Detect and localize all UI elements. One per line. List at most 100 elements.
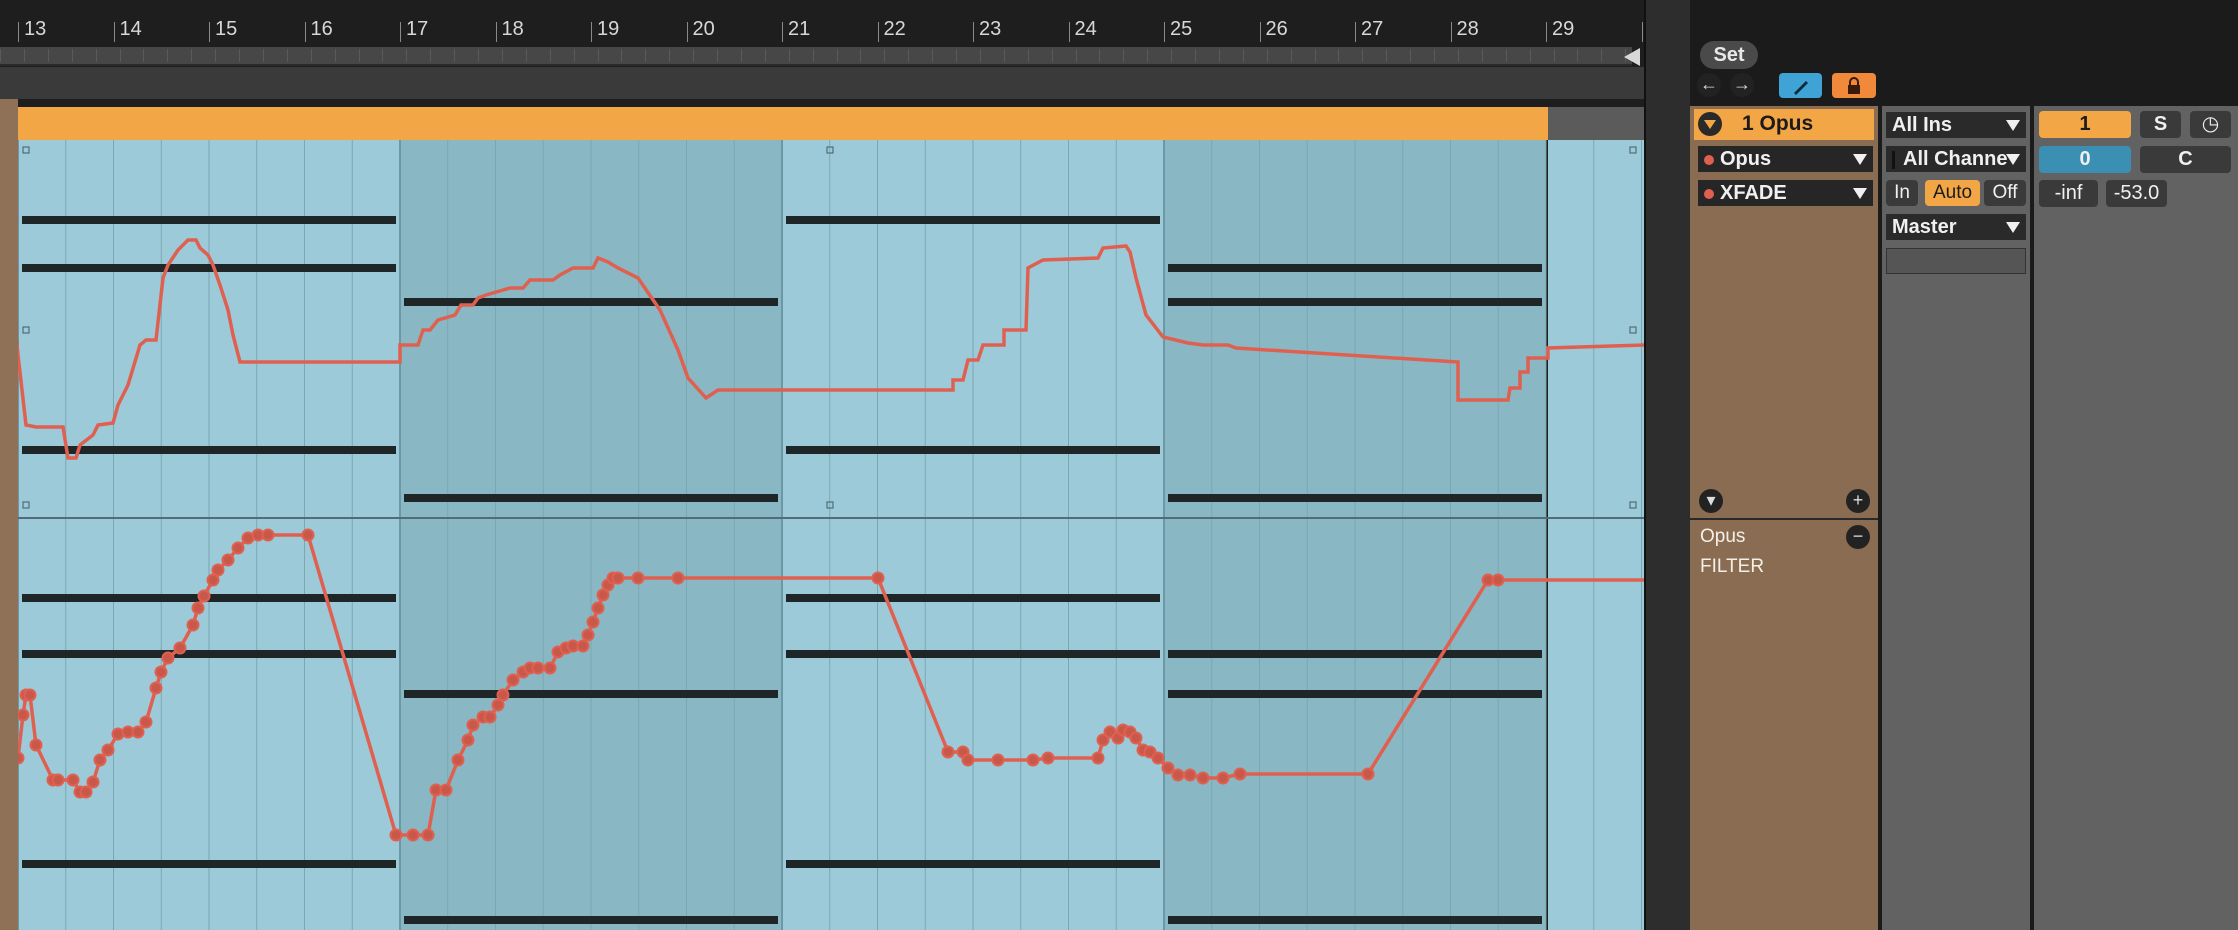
set-button[interactable]: Set: [1700, 41, 1758, 69]
monitor-off-button[interactable]: Off: [1984, 180, 2026, 206]
automation-breakpoint: [961, 753, 975, 767]
lane-divider: [1690, 518, 1878, 520]
automation-breakpoint: [139, 715, 153, 729]
volume-field[interactable]: 0: [2039, 146, 2131, 173]
overview-tick: [143, 49, 145, 62]
overview-tick: [549, 49, 551, 62]
minus-icon[interactable]: −: [1846, 525, 1870, 549]
note-bar: [1168, 690, 1542, 698]
loop-marker-icon[interactable]: [1624, 48, 1640, 66]
overview-tick: [1410, 49, 1412, 62]
automation-breakpoint: [671, 571, 685, 585]
automation-breakpoint: [221, 553, 235, 567]
ruler-tick: [1641, 22, 1643, 42]
clip-header-bar[interactable]: [18, 107, 1548, 140]
ruler-tick: [782, 22, 783, 42]
automation-breakpoint: [611, 571, 625, 585]
instrument-chooser[interactable]: Opus: [1698, 146, 1873, 172]
note-bar: [786, 446, 1160, 454]
monitor-in-button[interactable]: In: [1886, 180, 1918, 206]
note-bar: [1168, 264, 1542, 272]
ruler-tick: [400, 22, 401, 42]
overview-tick: [1171, 49, 1173, 62]
overview-tick: [669, 49, 671, 62]
automation-breakpoint: [871, 571, 885, 585]
arrow-right-icon[interactable]: →: [1730, 73, 1754, 97]
arrangement-end-column: [1644, 0, 1692, 930]
solo-button[interactable]: S: [2140, 111, 2181, 138]
ruler-tick: [591, 22, 592, 42]
automation-breakpoint: [483, 710, 497, 724]
audio-from-chooser[interactable]: All Ins: [1886, 112, 2026, 138]
overview-tick: [215, 49, 217, 62]
overview-tick: [167, 49, 169, 62]
device-indicator-icon: [1704, 188, 1714, 199]
overview-tick: [1266, 49, 1268, 62]
arrow-left-icon[interactable]: ←: [1697, 73, 1721, 97]
ruler-tick: [877, 22, 879, 42]
chevron-down-icon[interactable]: ▾: [1699, 489, 1723, 513]
note-bar: [1168, 916, 1542, 924]
overview-tick: [1003, 49, 1005, 62]
peak-level-right: -53.0: [2106, 180, 2167, 207]
overview-tick: [788, 49, 790, 62]
ruler-bar-label: 14: [119, 18, 142, 40]
chevron-down-icon[interactable]: [1698, 112, 1722, 136]
overview-tick: [1195, 49, 1196, 62]
audio-to-chooser[interactable]: Master: [1886, 214, 2026, 240]
ruler-bar-label: 26: [1265, 18, 1288, 40]
channel-chooser[interactable]: All Channe: [1886, 146, 2026, 172]
parameter-chooser[interactable]: XFADE: [1698, 180, 1873, 206]
overview-tick: [1099, 49, 1101, 62]
automation-breakpoint: [421, 828, 435, 842]
automation-lanes[interactable]: [18, 140, 1645, 930]
sub-output-chooser[interactable]: [1886, 248, 2026, 274]
overview-tick: [1577, 49, 1579, 62]
pencil-icon[interactable]: [1779, 73, 1822, 98]
lock-icon[interactable]: [1832, 73, 1876, 98]
note-bar: [404, 494, 778, 502]
ruler-bar-label: 28: [1456, 18, 1479, 40]
automation-breakpoint: [211, 563, 225, 577]
automation-breakpoint: [1361, 767, 1375, 781]
ruler-tick: [495, 22, 497, 42]
overview-tick: [693, 49, 695, 62]
overview-scrollbar[interactable]: [0, 47, 1632, 66]
overview-tick: [71, 49, 73, 62]
track-activator-button[interactable]: 1: [2039, 111, 2131, 138]
overview-tick: [501, 49, 503, 62]
automation-breakpoint: [1151, 751, 1165, 765]
monitor-auto-button[interactable]: Auto: [1925, 180, 1980, 206]
automation-breakpoint: [941, 745, 955, 759]
locator-strip[interactable]: [0, 67, 1645, 99]
automation-breakpoint: [439, 783, 453, 797]
automation-breakpoint: [586, 615, 600, 629]
note-bar: [22, 650, 396, 658]
arm-button[interactable]: ◷: [2190, 111, 2231, 138]
overview-tick: [1505, 49, 1507, 62]
overview-tick: [334, 49, 336, 62]
overview-tick: [191, 49, 193, 62]
overview-tick: [23, 49, 25, 62]
automation-breakpoint: [531, 661, 545, 675]
overview-tick: [645, 49, 647, 62]
automation-breakpoint: [18, 751, 25, 765]
ruler-tick: [113, 22, 115, 42]
ruler-bar-label: 23: [979, 18, 1002, 40]
automation-breakpoint: [301, 528, 315, 542]
overview-tick: [406, 49, 408, 62]
automation-breakpoint: [1216, 771, 1230, 785]
ruler-bar-label: 17: [406, 18, 429, 40]
overview-tick: [764, 49, 766, 62]
overview-tick: [597, 49, 599, 62]
mixer-section: [2034, 106, 2238, 930]
overview-tick: [1314, 49, 1316, 62]
plus-icon[interactable]: +: [1846, 489, 1870, 513]
overview-tick: [286, 49, 288, 62]
track-title-bar[interactable]: 1 Opus: [1694, 109, 1874, 140]
automation-breakpoint: [1491, 573, 1505, 587]
automation-breakpoint: [161, 651, 175, 665]
automation-breakpoint: [389, 828, 403, 842]
pan-field[interactable]: C: [2140, 146, 2231, 173]
ruler-tick: [973, 22, 974, 42]
